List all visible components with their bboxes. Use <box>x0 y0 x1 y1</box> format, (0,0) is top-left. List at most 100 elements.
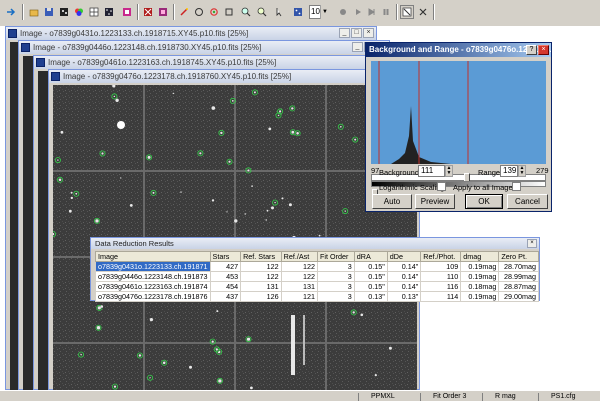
dice-icon[interactable] <box>291 5 305 19</box>
image-icon[interactable] <box>57 5 71 19</box>
zoom-out-icon[interactable] <box>255 5 269 19</box>
play-end-icon[interactable] <box>365 5 379 19</box>
minimize-button[interactable]: _ <box>339 28 350 38</box>
cross-icon[interactable] <box>416 5 430 19</box>
data-reduction-results-window: Data Reduction Results × Image Stars Ref… <box>90 237 540 302</box>
close-button[interactable]: × <box>363 28 374 38</box>
cell-zero-pt: 29.00mag <box>498 291 539 302</box>
stars-icon[interactable] <box>102 5 116 19</box>
cell-dra: 0.13" <box>353 291 388 302</box>
ok-button[interactable]: OK <box>465 194 503 209</box>
help-button[interactable]: ? <box>526 45 537 55</box>
refresh-icon[interactable] <box>207 5 221 19</box>
cell-fit-order: 3 <box>317 291 355 302</box>
results-title[interactable]: Data Reduction Results <box>91 238 539 249</box>
image-window-icon <box>21 43 30 52</box>
cell-ref-ast: 122 <box>280 261 319 272</box>
arrow-icon[interactable] <box>4 5 18 19</box>
column-header[interactable]: dRA <box>353 251 388 262</box>
background-label: Background <box>379 168 420 177</box>
pointer-icon[interactable] <box>272 5 286 19</box>
zoom-in-icon[interactable] <box>239 5 253 19</box>
log-scaling-checkbox[interactable] <box>437 182 446 191</box>
column-header[interactable]: dmag <box>460 251 500 262</box>
cell-stars: 437 <box>209 291 242 302</box>
color-icon[interactable] <box>72 5 86 19</box>
panel-icon[interactable] <box>400 5 414 19</box>
column-header[interactable]: Ref./Phot. <box>420 251 462 262</box>
histogram[interactable] <box>371 61 546 164</box>
table-row[interactable]: o7839g0446o.1223148.ch.191873 453 122 12… <box>95 271 539 282</box>
range-label: Range <box>478 168 501 177</box>
cell-ref-stars: 131 <box>240 281 282 292</box>
background-spinner[interactable]: ▲ ▼ <box>445 165 453 177</box>
cell-fit-order: 3 <box>317 271 355 282</box>
rect-icon[interactable] <box>222 5 236 19</box>
cell-image: o7839g0431o.1223133.ch.191871 <box>95 261 211 272</box>
column-header[interactable]: Ref./Ast <box>280 251 319 262</box>
image-window-icon <box>51 72 60 81</box>
column-header[interactable]: Stars <box>209 251 242 262</box>
cell-ref-phot: 114 <box>420 291 462 302</box>
image-window-icon <box>8 29 17 38</box>
cell-ref-phot: 116 <box>420 281 462 292</box>
range-spinner[interactable]: ▲ ▼ <box>518 165 526 177</box>
close-icon[interactable]: × <box>527 239 537 248</box>
cell-dra: 0.15" <box>353 261 388 272</box>
table-row[interactable]: o7839g0476o.1223178.ch.191876 437 126 12… <box>95 291 539 302</box>
minimize-button[interactable]: _ <box>352 42 363 52</box>
save-icon[interactable] <box>42 5 56 19</box>
table-row[interactable]: o7839g0431o.1223133.ch.191871 427 122 12… <box>95 261 539 272</box>
cancel-button[interactable]: Cancel <box>507 194 548 209</box>
column-header[interactable]: Fit Order <box>317 251 355 262</box>
color-swap-icon[interactable] <box>120 5 134 19</box>
cell-ref-phot: 109 <box>420 261 462 272</box>
cell-dmag: 0.19mag <box>460 291 500 302</box>
cell-stars: 454 <box>209 281 242 292</box>
dialog-close-button[interactable]: × <box>538 45 549 55</box>
range-input[interactable]: 139 <box>500 165 518 177</box>
column-header[interactable]: Zero Pt. <box>498 251 539 262</box>
preview-button[interactable]: Preview <box>415 194 455 209</box>
cell-zero-pt: 28.70mag <box>498 261 539 272</box>
filter-icon[interactable] <box>141 5 155 19</box>
window-title-bar[interactable]: Image - o7839g0446o.1223148.ch.1918730.X… <box>19 41 389 54</box>
cell-stars: 453 <box>209 271 242 282</box>
table-row[interactable]: o7839g0461o.1223163.ch.191874 454 131 13… <box>95 281 539 292</box>
maximize-button[interactable]: □ <box>351 28 362 38</box>
window-title: Image - o7839g0431o.1223133.ch.1918715.X… <box>20 29 249 38</box>
cell-dmag: 0.18mag <box>460 281 500 292</box>
background-input[interactable]: 111 <box>418 165 445 177</box>
apply-all-checkbox[interactable] <box>512 182 521 191</box>
cell-zero-pt: 28.99mag <box>498 271 539 282</box>
chevron-down-icon[interactable]: ▼ <box>320 5 329 19</box>
cell-image: o7839g0446o.1223148.ch.191873 <box>95 271 211 282</box>
record-icon[interactable] <box>336 5 350 19</box>
cell-dde: 0.14" <box>386 271 422 282</box>
cell-dmag: 0.19mag <box>460 261 500 272</box>
cell-dra: 0.15" <box>353 271 388 282</box>
picker-icon[interactable] <box>156 5 170 19</box>
results-table[interactable]: Image Stars Ref. Stars Ref./Ast Fit Orde… <box>95 251 539 302</box>
auto-button[interactable]: Auto <box>372 194 412 209</box>
image-window-icon <box>36 58 45 67</box>
pause-icon[interactable] <box>379 5 393 19</box>
log-scaling-label: Logarithmic Scaling <box>379 183 445 192</box>
column-header[interactable]: Ref. Stars <box>240 251 282 262</box>
window-title-bar[interactable]: Image - o7839g0476o.1223178.ch.1918760.X… <box>49 70 419 83</box>
cell-ref-ast: 131 <box>280 281 319 292</box>
column-header[interactable]: Image <box>95 251 211 262</box>
window-title: Image - o7839g0476o.1223178.ch.1918760.X… <box>63 72 292 81</box>
column-header[interactable]: dDe <box>386 251 422 262</box>
play-icon[interactable] <box>351 5 365 19</box>
window-title-bar[interactable]: Image - o7839g0431o.1223133.ch.1918715.X… <box>6 27 376 40</box>
cell-dmag: 0.19mag <box>460 271 500 282</box>
grid-icon[interactable] <box>87 5 101 19</box>
folder-open-icon[interactable] <box>27 5 41 19</box>
circle-icon[interactable] <box>192 5 206 19</box>
window-title: Image - o7839g0446o.1223148.ch.1918730.X… <box>33 43 262 52</box>
dialog-title[interactable]: Background and Range - o7839g0476o.12231… <box>366 43 551 57</box>
cell-ref-ast: 122 <box>280 271 319 282</box>
window-title-bar[interactable]: Image - o7839g0461o.1223163.ch.1918745.X… <box>34 56 404 69</box>
wand-icon[interactable] <box>177 5 191 19</box>
